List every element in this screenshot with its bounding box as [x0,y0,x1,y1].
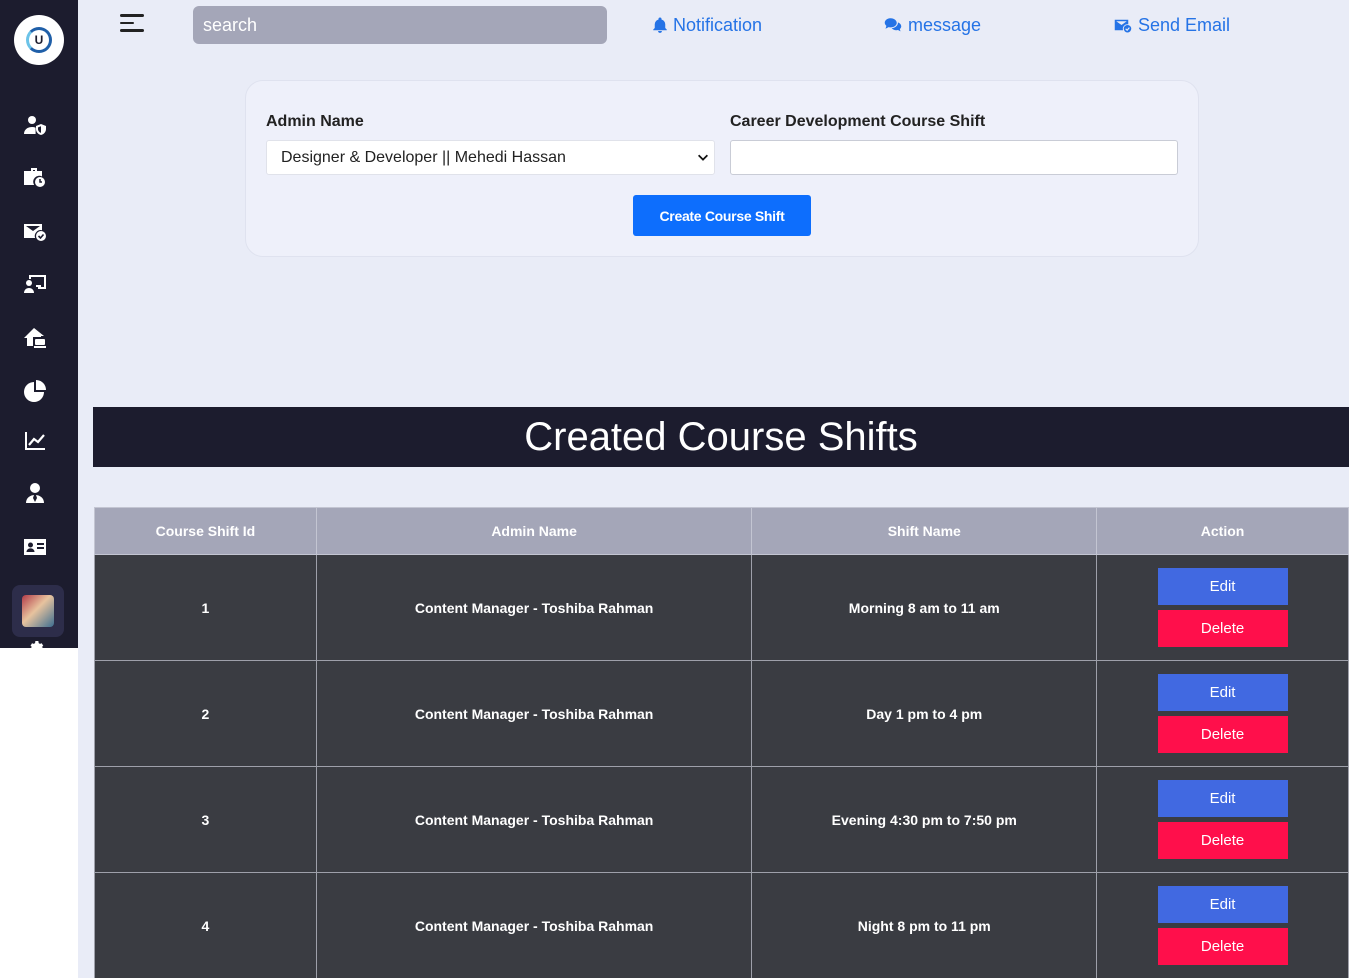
comments-icon [884,18,902,32]
chevron-down-icon [698,154,708,161]
settings-icon[interactable] [26,638,44,648]
column-header-admin: Admin Name [315,507,753,555]
line-chart-icon[interactable] [22,428,48,454]
cell-shift: Day 1 pm to 4 pm [751,660,1098,767]
table-header-row: Course Shift Id Admin Name Shift Name Ac… [94,507,1349,555]
message-link[interactable]: message [882,14,981,36]
cell-admin: Content Manager - Toshiba Rahman [315,660,753,767]
table-row: 4 Content Manager - Toshiba Rahman Night… [94,872,1349,978]
envelope-check-icon [1114,19,1132,33]
cell-shift: Night 8 pm to 11 pm [751,872,1098,978]
admin-name-label: Admin Name [266,113,364,130]
sidebar: U [0,0,78,648]
notification-label: Notification [673,14,763,35]
logo-mark: U [26,27,52,53]
cell-action: Edit Delete [1096,554,1349,661]
send-email-link[interactable]: Send Email [1112,14,1230,36]
section-title: Created Course Shifts [93,407,1349,467]
edit-button[interactable]: Edit [1157,674,1288,711]
column-header-id: Course Shift Id [94,507,317,555]
admin-name-select[interactable]: Designer & Developer || Mehedi Hassan [266,140,715,175]
cell-id: 2 [94,660,317,767]
send-email-label: Send Email [1138,14,1231,35]
message-label: message [908,14,982,35]
bell-icon [653,17,667,33]
sidebar-empty-area [0,648,78,978]
edit-button[interactable]: Edit [1157,886,1288,923]
user-tie-icon[interactable] [22,480,48,506]
cell-admin: Content Manager - Toshiba Rahman [315,766,753,873]
search-input[interactable] [193,6,607,44]
delete-button[interactable]: Delete [1157,822,1288,859]
briefcase-clock-icon[interactable] [22,164,48,190]
table-row: 3 Content Manager - Toshiba Rahman Eveni… [94,766,1349,873]
table-row: 1 Content Manager - Toshiba Rahman Morni… [94,554,1349,661]
id-card-icon[interactable] [22,534,48,560]
chalkboard-user-icon[interactable] [22,271,48,297]
course-shifts-table: Course Shift Id Admin Name Shift Name Ac… [94,507,1349,978]
pie-chart-icon[interactable] [22,378,48,404]
cell-id: 1 [94,554,317,661]
cell-action: Edit Delete [1096,766,1349,873]
delete-button[interactable]: Delete [1157,716,1288,753]
cell-action: Edit Delete [1096,872,1349,978]
envelope-check-icon[interactable] [22,218,48,244]
table-row: 2 Content Manager - Toshiba Rahman Day 1… [94,660,1349,767]
avatar [22,595,54,627]
profile-avatar-button[interactable] [12,585,64,637]
cell-admin: Content Manager - Toshiba Rahman [315,872,753,978]
cell-shift: Evening 4:30 pm to 7:50 pm [751,766,1098,873]
cell-id: 4 [94,872,317,978]
column-header-action: Action [1096,507,1349,555]
cell-id: 3 [94,766,317,873]
cell-admin: Content Manager - Toshiba Rahman [315,554,753,661]
notification-link[interactable]: Notification [651,14,762,36]
house-laptop-icon[interactable] [22,325,48,351]
hamburger-menu-icon[interactable] [120,14,144,34]
admin-name-selected-value: Designer & Developer || Mehedi Hassan [281,148,566,166]
edit-button[interactable]: Edit [1157,568,1288,605]
course-shift-input[interactable] [730,140,1178,175]
column-header-shift: Shift Name [751,507,1098,555]
edit-button[interactable]: Edit [1157,780,1288,817]
delete-button[interactable]: Delete [1157,928,1288,965]
cell-shift: Morning 8 am to 11 am [751,554,1098,661]
delete-button[interactable]: Delete [1157,610,1288,647]
create-course-shift-button[interactable]: Create Course Shift [633,195,811,236]
course-shift-label: Career Development Course Shift [730,113,986,130]
user-shield-icon[interactable] [22,112,48,138]
cell-action: Edit Delete [1096,660,1349,767]
logo[interactable]: U [14,15,64,65]
